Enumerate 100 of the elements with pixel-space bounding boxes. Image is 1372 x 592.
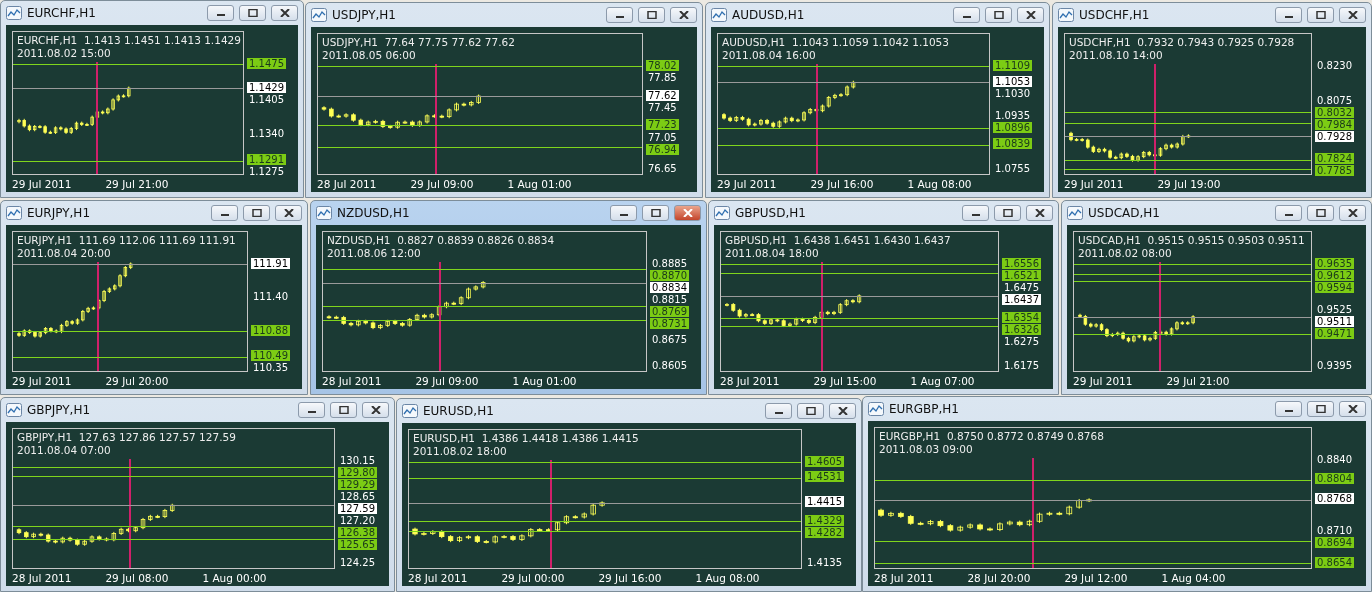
price-label: 77.62	[646, 89, 679, 101]
price-label: 0.8694	[1315, 537, 1354, 549]
price-label: 1.1340	[248, 128, 285, 140]
price-label: 125.65	[338, 538, 377, 550]
date-text: 2011.08.04 07:00	[17, 444, 111, 457]
quote-text: EURJPY,H1 111.69 112.06 111.69 111.91	[17, 234, 236, 247]
price-label: 0.7785	[1315, 165, 1354, 177]
price-label: 126.38	[338, 526, 377, 538]
price-label: 0.9395	[1316, 359, 1353, 371]
date-text: 2011.08.02 18:00	[413, 445, 507, 458]
price-label: 1.4415	[805, 496, 844, 508]
date-text: 2011.08.02 08:00	[1078, 247, 1172, 260]
price-label: 0.8230	[1316, 59, 1353, 71]
price-label: 110.88	[251, 324, 290, 336]
price-label: 1.4605	[805, 455, 844, 467]
price-label: 1.0755	[994, 162, 1031, 174]
time-label: 29 Jul 2011	[1064, 177, 1124, 190]
quote-text: EURUSD,H1 1.4386 1.4418 1.4386 1.4415	[413, 432, 639, 445]
price-label: 110.49	[251, 350, 290, 362]
time-label: 1 Aug 08:00	[907, 177, 972, 190]
price-label: 0.8710	[1316, 525, 1353, 537]
time-label: 29 Jul 20:00	[105, 374, 169, 387]
price-label: 0.8834	[650, 281, 689, 293]
price-label: 0.9525	[1316, 304, 1353, 316]
price-label: 1.4329	[805, 514, 844, 526]
quote-text: AUDUSD,H1 1.1043 1.1059 1.1042 1.1053	[722, 36, 949, 49]
price-label: 129.80	[338, 466, 377, 478]
time-label: 28 Jul 2011	[317, 177, 377, 190]
price-label: 0.7824	[1315, 153, 1354, 165]
time-label: 1 Aug 08:00	[695, 571, 760, 584]
time-label: 29 Jul 15:00	[813, 374, 877, 387]
quote-text: USDCHF,H1 0.7932 0.7943 0.7925 0.7928	[1069, 36, 1295, 49]
price-label: 111.91	[251, 257, 290, 269]
time-label: 1 Aug 01:00	[512, 374, 577, 387]
price-label: 1.4282	[805, 526, 844, 538]
price-label: 0.8675	[651, 334, 688, 345]
quote-text: EURGBP,H1 0.8750 0.8772 0.8749 0.8768	[879, 430, 1104, 443]
quote-text: USDCAD,H1 0.9515 0.9515 0.9503 0.9511	[1078, 234, 1305, 247]
window-title: EURCHF,H1	[27, 6, 97, 20]
price-label: 110.35	[252, 362, 289, 374]
time-label: 29 Jul 2011	[12, 374, 72, 387]
price-label: 0.8768	[1315, 493, 1354, 505]
price-label: 129.29	[338, 478, 377, 490]
price-label: 0.8815	[651, 293, 688, 305]
time-label: 29 Jul 00:00	[501, 571, 565, 584]
price-label: 1.1053	[993, 75, 1032, 87]
date-text: 2011.08.03 09:00	[879, 443, 973, 456]
price-label: 0.9594	[1315, 281, 1354, 293]
price-label: 0.9471	[1315, 328, 1354, 340]
date-text: 2011.08.10 14:00	[1069, 49, 1163, 62]
price-label: 0.8885	[651, 257, 688, 269]
price-label: 1.1030	[994, 87, 1031, 99]
price-label: 1.1429	[247, 81, 286, 93]
price-label: 1.0935	[994, 110, 1031, 122]
price-label: 0.8075	[1316, 95, 1353, 107]
price-label: 127.20	[339, 514, 376, 526]
price-label: 0.9511	[1315, 316, 1354, 328]
time-label: 29 Jul 21:00	[1166, 374, 1230, 387]
time-label: 29 Jul 21:00	[105, 177, 169, 190]
price-label: 0.7928	[1315, 131, 1354, 143]
time-label: 28 Jul 2011	[720, 374, 780, 387]
window-title: GBPJPY,H1	[27, 403, 92, 417]
date-text: 2011.08.06 12:00	[327, 247, 421, 260]
date-text: 2011.08.02 15:00	[17, 47, 111, 60]
window-title: AUDUSD,H1	[732, 8, 806, 22]
price-label: 0.8654	[1315, 556, 1354, 568]
price-label: 0.8804	[1315, 473, 1354, 485]
window-title: EURJPY,H1	[27, 206, 92, 220]
time-label: 29 Jul 09:00	[410, 177, 474, 190]
price-label: 1.6556	[1002, 257, 1041, 269]
time-label: 28 Jul 20:00	[967, 571, 1031, 584]
time-label: 29 Jul 16:00	[810, 177, 874, 190]
price-label: 0.8840	[1316, 453, 1353, 465]
time-label: 1 Aug 07:00	[910, 374, 975, 387]
price-label: 77.05	[647, 132, 678, 144]
time-label: 29 Jul 2011	[717, 177, 777, 190]
quote-text: USDJPY,H1 77.64 77.75 77.62 77.62	[322, 36, 515, 49]
time-label: 29 Jul 2011	[1073, 374, 1133, 387]
quote-text: NZDUSD,H1 0.8827 0.8839 0.8826 0.8834	[327, 234, 555, 247]
price-label: 1.0896	[993, 122, 1032, 134]
time-label: 29 Jul 16:00	[598, 571, 662, 584]
price-label: 77.23	[646, 118, 679, 130]
price-label: 1.6326	[1002, 323, 1041, 335]
price-label: 0.8605	[651, 359, 688, 371]
price-label: 0.8769	[650, 305, 689, 317]
time-label: 1 Aug 00:00	[202, 571, 267, 584]
price-label: 0.8032	[1315, 107, 1354, 119]
price-label: 0.7984	[1315, 119, 1354, 131]
date-text: 2011.08.04 16:00	[722, 49, 816, 62]
price-label: 124.25	[339, 556, 376, 568]
time-label: 28 Jul 2011	[408, 571, 468, 584]
time-label: 29 Jul 09:00	[415, 374, 479, 387]
price-label: 1.4531	[805, 471, 844, 483]
time-label: 28 Jul 2011	[12, 571, 72, 584]
time-label: 29 Jul 12:00	[1064, 571, 1128, 584]
price-label: 1.6475	[1003, 281, 1040, 293]
window-title: EURUSD,H1	[423, 404, 495, 418]
price-label: 1.0839	[993, 138, 1032, 150]
price-label: 76.65	[647, 162, 678, 174]
window-title: NZDUSD,H1	[337, 206, 411, 220]
